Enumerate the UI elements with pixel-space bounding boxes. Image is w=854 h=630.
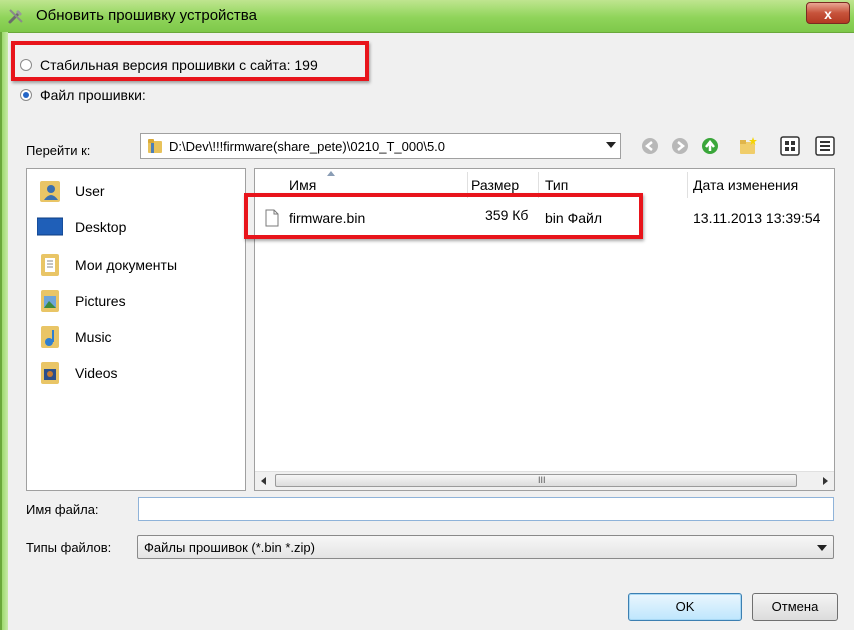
scroll-right-icon[interactable]: [823, 477, 828, 485]
column-header-size[interactable]: Размер: [471, 177, 519, 193]
back-icon[interactable]: [640, 136, 660, 156]
stable-version-highlight: [11, 41, 369, 81]
window-title: Обновить прошивку устройства: [36, 7, 257, 24]
places-sidebar: User Desktop Мои документы Pictures Musi…: [26, 168, 246, 491]
column-header-name[interactable]: Имя: [289, 177, 316, 193]
documents-icon: [41, 254, 59, 276]
pictures-icon: [41, 290, 59, 312]
place-item-documents[interactable]: Мои документы: [37, 251, 177, 279]
firmware-file-label: Файл прошивки:: [40, 87, 146, 103]
desktop-icon: [37, 217, 63, 236]
goto-label: Перейти к:: [26, 143, 91, 158]
filename-label: Имя файла:: [26, 502, 99, 517]
up-folder-icon[interactable]: [700, 136, 720, 156]
scroll-thumb[interactable]: III: [275, 474, 797, 487]
window-border-line: [0, 32, 2, 630]
path-combobox[interactable]: D:\Dev\!!!firmware(share_pete)\0210_T_00…: [140, 133, 621, 159]
place-label: Music: [75, 329, 112, 345]
open-firmware-dialog: Обновить прошивку устройства x Стабильна…: [0, 0, 854, 630]
tools-icon: [8, 9, 23, 24]
file-row-highlight: [244, 193, 643, 239]
folder-icon: [148, 139, 162, 153]
place-item-videos[interactable]: Videos: [37, 359, 118, 387]
user-folder-icon: [40, 181, 60, 202]
list-view-icon[interactable]: [780, 136, 800, 156]
close-button[interactable]: x: [806, 2, 850, 24]
place-label: Desktop: [75, 219, 127, 235]
place-item-music[interactable]: Music: [37, 323, 112, 351]
filetype-value: Файлы прошивок (*.bin *.zip): [144, 540, 315, 555]
chevron-down-icon[interactable]: [606, 142, 616, 148]
scroll-grip: III: [538, 475, 546, 485]
filetype-select[interactable]: Файлы прошивок (*.bin *.zip): [137, 535, 834, 559]
title-bar: Обновить прошивку устройства x: [0, 0, 854, 33]
file-modified: 13.11.2013 13:39:54: [693, 210, 821, 226]
place-item-user[interactable]: User: [37, 177, 105, 205]
details-view-icon[interactable]: [815, 136, 835, 156]
chevron-down-icon[interactable]: [817, 545, 827, 551]
forward-icon[interactable]: [670, 136, 690, 156]
sort-ascending-icon: [327, 171, 335, 176]
scroll-left-icon[interactable]: [261, 477, 266, 485]
place-label: Pictures: [75, 293, 126, 309]
place-label: Videos: [75, 365, 118, 381]
ok-button[interactable]: OK: [628, 593, 742, 621]
place-item-pictures[interactable]: Pictures: [37, 287, 126, 315]
place-label: Мои документы: [75, 257, 178, 273]
music-icon: [41, 326, 59, 348]
current-path: D:\Dev\!!!firmware(share_pete)\0210_T_00…: [169, 139, 446, 154]
videos-icon: [41, 362, 59, 384]
filetype-label: Типы файлов:: [26, 540, 112, 555]
cancel-button[interactable]: Отмена: [752, 593, 838, 621]
place-item-desktop[interactable]: Desktop: [37, 213, 126, 241]
horizontal-scrollbar[interactable]: III: [255, 471, 834, 490]
filename-field[interactable]: [138, 497, 834, 521]
firmware-file-radio[interactable]: [20, 89, 32, 101]
firmware-file-option[interactable]: Файл прошивки:: [20, 87, 146, 103]
place-label: User: [75, 183, 105, 199]
new-folder-icon[interactable]: [738, 136, 758, 156]
column-header-modified[interactable]: Дата изменения: [693, 177, 798, 193]
column-divider: [687, 172, 688, 198]
column-header-type[interactable]: Тип: [545, 177, 568, 193]
